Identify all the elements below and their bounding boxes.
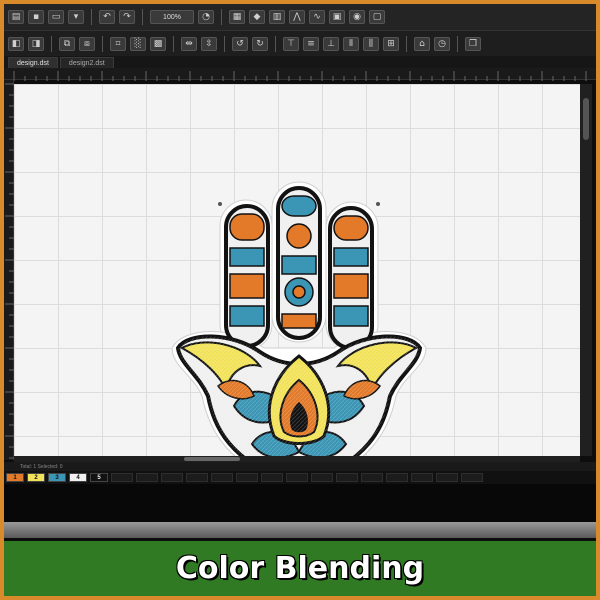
palette-empty-slot[interactable]	[461, 473, 483, 482]
status-bar: Total: 1 Selected: 0	[4, 462, 596, 471]
palette-empty-slot[interactable]	[261, 473, 283, 482]
secondary-toolbar: ◧ ◨ ⧉ ⧈ ⌗ ░ ▩ ⇹ ⇳ ↺ ↻ ⊤ ≡ ⊥ ⫴ ⫼ ⊞ ⌂ ◷ ❐	[4, 30, 596, 56]
color-icon[interactable]: ◉	[349, 10, 365, 24]
laptop-base	[4, 522, 596, 538]
app-frame: ▤ ▪ ▭ ▾ ↶ ↷ 100% ◔ ▦ ◆ ▥ ⋀ ∿ ▣ ◉ ▢ ◧ ◨ ⧉…	[4, 4, 596, 596]
toolbar-separator	[142, 9, 143, 25]
document-tabs: design.dst design2.dst	[4, 56, 596, 68]
hamsa-embroidery-design[interactable]	[164, 176, 434, 494]
toolbar-separator	[51, 35, 52, 52]
toolbar-separator	[221, 9, 222, 25]
thread-palette: 1 2 3 4 5	[4, 471, 596, 484]
align-middle-icon[interactable]: ≡	[303, 36, 319, 51]
lock-icon[interactable]: ⌂	[414, 36, 430, 51]
print-icon[interactable]: ▭	[48, 10, 64, 24]
swatch-number: 5	[97, 474, 101, 481]
palette-empty-slot[interactable]	[336, 473, 358, 482]
copy-icon[interactable]: ❐	[465, 36, 481, 51]
design-canvas[interactable]	[14, 84, 580, 493]
group-icon[interactable]: ⧉	[59, 36, 75, 51]
main-toolbar: ▤ ▪ ▭ ▾ ↶ ↷ 100% ◔ ▦ ◆ ▥ ⋀ ∿ ▣ ◉ ▢	[4, 4, 596, 30]
align-top-icon[interactable]: ⊤	[283, 36, 299, 51]
palette-swatch-3[interactable]: 3	[48, 473, 66, 482]
palette-swatch-1[interactable]: 1	[6, 473, 24, 482]
vertical-ruler	[4, 80, 14, 460]
vertical-scrollbar[interactable]	[580, 84, 592, 456]
palette-empty-slot[interactable]	[161, 473, 183, 482]
ungroup-icon[interactable]: ⧈	[79, 36, 95, 51]
outline-icon[interactable]: ▢	[369, 10, 385, 24]
palette-swatch-4[interactable]: 4	[69, 473, 87, 482]
palette-empty-slot[interactable]	[436, 473, 458, 482]
palette-empty-slot[interactable]	[286, 473, 308, 482]
text-icon[interactable]: ▥	[269, 10, 285, 24]
wave-icon[interactable]: ∿	[309, 10, 325, 24]
toolbar-separator	[102, 35, 103, 52]
mirror-v-icon[interactable]: ⇳	[201, 36, 217, 51]
tab-design[interactable]: design.dst	[8, 57, 58, 68]
horizontal-ruler	[4, 68, 596, 81]
banner-title: Color Blending	[175, 551, 425, 586]
monogram-icon[interactable]: ▣	[329, 10, 345, 24]
distribute-h-icon[interactable]: ⫴	[343, 36, 359, 51]
redo-icon[interactable]: ↷	[119, 10, 135, 24]
scrollbar-thumb[interactable]	[583, 98, 589, 140]
folder-open-icon[interactable]: ▤	[8, 10, 24, 24]
toolbar-separator	[275, 35, 276, 52]
palette-empty-slot[interactable]	[361, 473, 383, 482]
rotate-right-icon[interactable]: ↻	[252, 36, 268, 51]
toolbar-separator	[224, 35, 225, 52]
align-bottom-icon[interactable]: ⊥	[323, 36, 339, 51]
tab-design2[interactable]: design2.dst	[59, 57, 114, 68]
arrange-icon[interactable]: ◷	[434, 36, 450, 51]
save-icon[interactable]: ▪	[28, 10, 44, 24]
crop-icon[interactable]: ⌗	[110, 36, 126, 51]
swatch-number: 3	[55, 474, 59, 481]
palette-swatch-5[interactable]: 5	[90, 473, 108, 482]
palette-empty-slot[interactable]	[411, 473, 433, 482]
swatch-number: 2	[34, 474, 38, 481]
align-right-icon[interactable]: ◨	[28, 36, 44, 51]
select-icon[interactable]: ▦	[229, 10, 245, 24]
toolbar-separator	[173, 35, 174, 52]
status-text: Total: 1 Selected: 0	[20, 463, 63, 470]
node-icon[interactable]: ⋀	[289, 10, 305, 24]
ruler-ticks	[13, 71, 587, 81]
tab-label: design2.dst	[68, 59, 105, 67]
palette-empty-slot[interactable]	[386, 473, 408, 482]
scrollbar-thumb[interactable]	[184, 457, 240, 461]
rotate-icon[interactable]: ◔	[198, 10, 214, 24]
zoom-control[interactable]: 100%	[150, 10, 194, 24]
rotate-left-icon[interactable]: ↺	[232, 36, 248, 51]
ruler-ticks	[5, 83, 14, 459]
palette-empty-slot[interactable]	[186, 473, 208, 482]
shape-icon[interactable]: ◆	[249, 10, 265, 24]
palette-swatch-2[interactable]: 2	[27, 473, 45, 482]
palette-empty-slot[interactable]	[211, 473, 233, 482]
zoom-label: 100%	[163, 13, 181, 21]
swatch-number: 4	[76, 474, 80, 481]
palette-empty-slot[interactable]	[136, 473, 158, 482]
mirror-h-icon[interactable]: ⇹	[181, 36, 197, 51]
toolbar-separator	[406, 35, 407, 52]
fill-icon[interactable]: ▩	[150, 36, 166, 51]
toolbar-separator	[457, 35, 458, 52]
swatch-number: 1	[13, 474, 17, 481]
toolbar-separator	[91, 9, 92, 25]
pattern-icon[interactable]: ░	[130, 36, 146, 51]
palette-empty-slot[interactable]	[311, 473, 333, 482]
caption-banner: Color Blending	[4, 541, 596, 596]
align-left-icon[interactable]: ◧	[8, 36, 24, 51]
undo-icon[interactable]: ↶	[99, 10, 115, 24]
order-icon[interactable]: ⊞	[383, 36, 399, 51]
palette-empty-slot[interactable]	[111, 473, 133, 482]
distribute-v-icon[interactable]: ⫼	[363, 36, 379, 51]
laptop-bezel	[4, 484, 596, 522]
tab-label: design.dst	[17, 59, 49, 67]
palette-empty-slot[interactable]	[236, 473, 258, 482]
stitch-icon[interactable]: ▾	[68, 10, 84, 24]
